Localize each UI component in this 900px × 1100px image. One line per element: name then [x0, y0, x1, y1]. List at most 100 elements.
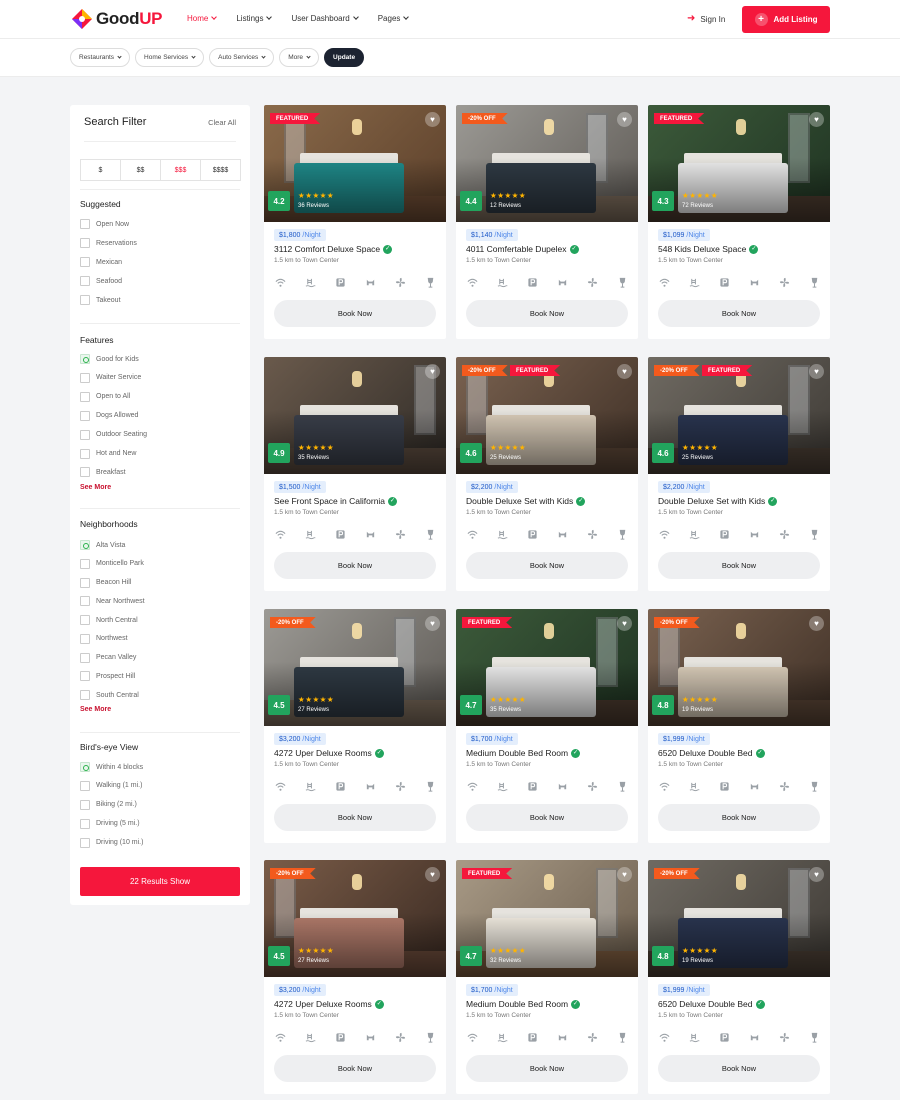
checkbox-open-now[interactable]: Open Now	[80, 219, 129, 229]
price-option[interactable]: $$$$	[201, 160, 240, 180]
checkbox-driving-10-mi[interactable]: Driving (10 mi.)	[80, 837, 143, 848]
checkbox-near-northwest[interactable]: Near Northwest	[80, 596, 145, 607]
listing-photo[interactable]: -20% OFF ♥ 4.4 ★★★★★ 12 Reviews	[456, 105, 638, 222]
checkbox-pecan-valley[interactable]: Pecan Valley	[80, 652, 136, 663]
checkbox-outdoor-seating[interactable]: Outdoor Seating	[80, 429, 147, 440]
checkbox-alta-vista[interactable]: Alta Vista	[80, 540, 125, 550]
checkbox-walking-1-mi[interactable]: Walking (1 mi.)	[80, 780, 142, 791]
checkbox-box[interactable]	[80, 799, 90, 810]
heart-icon[interactable]: ♥	[425, 867, 440, 882]
listing-card[interactable]: -20% OFF ♥ 4.5 ★★★★★ 27 Reviews $3,200/Night 4…	[264, 609, 446, 843]
checkbox-box[interactable]	[80, 690, 90, 700]
nav-item-user-dashboard[interactable]: User Dashboard	[291, 14, 359, 23]
checkbox-box[interactable]	[80, 762, 90, 772]
book-now-button[interactable]: Book Now	[466, 552, 628, 579]
checkbox-within-4-blocks[interactable]: Within 4 blocks	[80, 762, 143, 772]
listing-card[interactable]: -20% OFF ♥ 4.8 ★★★★★ 19 Reviews $1,999/Night 6…	[648, 609, 830, 843]
sign-in-link[interactable]: ➜ Sign In	[687, 14, 725, 24]
heart-icon[interactable]: ♥	[809, 867, 824, 882]
checkbox-box[interactable]	[80, 837, 90, 848]
book-now-button[interactable]: Book Now	[466, 1055, 628, 1082]
checkbox-beacon-hill[interactable]: Beacon Hill	[80, 577, 131, 588]
checkbox-reservations[interactable]: Reservations	[80, 238, 137, 248]
see-more-link[interactable]: See More	[80, 484, 111, 491]
book-now-button[interactable]: Book Now	[274, 300, 436, 327]
checkbox-box[interactable]	[80, 540, 90, 550]
checkbox-box[interactable]	[80, 818, 90, 829]
listing-photo[interactable]: -20% OFF ♥ 4.5 ★★★★★ 27 Reviews	[264, 860, 446, 977]
book-now-button[interactable]: Book Now	[274, 1055, 436, 1082]
nav-item-listings[interactable]: Listings	[236, 14, 273, 23]
listing-card[interactable]: -20% OFF ♥ 4.5 ★★★★★ 27 Reviews $3,200/Night 4…	[264, 860, 446, 1094]
checkbox-box[interactable]	[80, 577, 90, 588]
listing-title[interactable]: Medium Double Bed Room ✓	[466, 748, 581, 758]
checkbox-box[interactable]	[80, 671, 90, 682]
listing-title[interactable]: 4272 Uper Deluxe Rooms ✓	[274, 999, 384, 1009]
listing-title[interactable]: 3112 Comfort Deluxe Space ✓	[274, 244, 393, 254]
logo[interactable]: GoodUP	[71, 8, 163, 30]
heart-icon[interactable]: ♥	[617, 364, 632, 379]
listing-card[interactable]: FEATURED ♥ 4.2 ★★★★★ 36 Reviews $1,800/Night 3…	[264, 105, 446, 339]
price-option[interactable]: $$$	[161, 160, 201, 180]
checkbox-prospect-hill[interactable]: Prospect Hill	[80, 671, 135, 682]
listing-title[interactable]: 6520 Deluxe Double Bed ✓	[658, 999, 765, 1009]
heart-icon[interactable]: ♥	[809, 616, 824, 631]
listing-photo[interactable]: FEATURED ♥ 4.7 ★★★★★ 32 Reviews	[456, 860, 638, 977]
checkbox-box[interactable]	[80, 467, 90, 478]
heart-icon[interactable]: ♥	[425, 112, 440, 127]
checkbox-box[interactable]	[80, 354, 90, 364]
checkbox-takeout[interactable]: Takeout	[80, 295, 121, 305]
listing-title[interactable]: 4011 Comfertable Dupelex ✓	[466, 244, 579, 254]
listing-card[interactable]: FEATURED ♥ 4.7 ★★★★★ 32 Reviews $1,700/Night M…	[456, 860, 638, 1094]
checkbox-breakfast[interactable]: Breakfast	[80, 467, 126, 478]
clear-all-link[interactable]: Clear All	[208, 118, 236, 127]
heart-icon[interactable]: ♥	[425, 364, 440, 379]
listing-photo[interactable]: FEATURED ♥ 4.2 ★★★★★ 36 Reviews	[264, 105, 446, 222]
checkbox-box[interactable]	[80, 652, 90, 663]
listing-title[interactable]: Double Deluxe Set with Kids ✓	[466, 496, 586, 506]
listing-photo[interactable]: -20% OFF ♥ 4.8 ★★★★★ 19 Reviews	[648, 609, 830, 726]
checkbox-box[interactable]	[80, 219, 90, 229]
filter-pill-more[interactable]: More	[279, 48, 320, 67]
listing-photo[interactable]: -20% OFF ♥ 4.8 ★★★★★ 19 Reviews	[648, 860, 830, 977]
book-now-button[interactable]: Book Now	[658, 804, 820, 831]
checkbox-hot-and-new[interactable]: Hot and New	[80, 448, 136, 459]
checkbox-box[interactable]	[80, 633, 90, 644]
checkbox-driving-5-mi[interactable]: Driving (5 mi.)	[80, 818, 140, 829]
checkbox-box[interactable]	[80, 238, 90, 248]
listing-title[interactable]: Double Deluxe Set with Kids ✓	[658, 496, 778, 506]
listing-title[interactable]: See Front Space in California ✓	[274, 496, 398, 506]
checkbox-box[interactable]	[80, 429, 90, 440]
listing-card[interactable]: -20% OFF FEATURED ♥ 4.6 ★★★★★ 25 Reviews $2,20…	[648, 357, 830, 591]
checkbox-box[interactable]	[80, 448, 90, 459]
book-now-button[interactable]: Book Now	[658, 300, 820, 327]
heart-icon[interactable]: ♥	[617, 616, 632, 631]
heart-icon[interactable]: ♥	[425, 616, 440, 631]
filter-pill-home-services[interactable]: Home Services	[135, 48, 205, 67]
checkbox-good-for-kids[interactable]: Good for Kids	[80, 354, 139, 364]
listing-photo[interactable]: ♥ 4.9 ★★★★★ 35 Reviews	[264, 357, 446, 474]
listing-card[interactable]: ♥ 4.9 ★★★★★ 35 Reviews $1,500/Night See Front…	[264, 357, 446, 591]
listing-card[interactable]: FEATURED ♥ 4.7 ★★★★★ 35 Reviews $1,700/Night M…	[456, 609, 638, 843]
listing-card[interactable]: FEATURED ♥ 4.3 ★★★★★ 72 Reviews $1,099/Night 5…	[648, 105, 830, 339]
nav-item-pages[interactable]: Pages	[378, 14, 410, 23]
book-now-button[interactable]: Book Now	[466, 804, 628, 831]
see-more-link[interactable]: See More	[80, 706, 111, 713]
checkbox-biking-2-mi[interactable]: Biking (2 mi.)	[80, 799, 137, 810]
filter-pill-restaurants[interactable]: Restaurants	[70, 48, 131, 67]
add-listing-button[interactable]: + Add Listing	[742, 6, 830, 33]
checkbox-box[interactable]	[80, 558, 90, 569]
nav-item-home[interactable]: Home	[187, 14, 218, 23]
filter-pill-auto-services[interactable]: Auto Services	[209, 48, 275, 67]
listing-title[interactable]: 548 Kids Deluxe Space ✓	[658, 244, 759, 254]
heart-icon[interactable]: ♥	[809, 364, 824, 379]
checkbox-north-central[interactable]: North Central	[80, 615, 138, 625]
checkbox-monticello-park[interactable]: Monticello Park	[80, 558, 144, 569]
checkbox-box[interactable]	[80, 780, 90, 791]
heart-icon[interactable]: ♥	[617, 867, 632, 882]
price-option[interactable]: $	[81, 160, 121, 180]
heart-icon[interactable]: ♥	[809, 112, 824, 127]
book-now-button[interactable]: Book Now	[466, 300, 628, 327]
book-now-button[interactable]: Book Now	[274, 552, 436, 579]
checkbox-northwest[interactable]: Northwest	[80, 633, 128, 644]
